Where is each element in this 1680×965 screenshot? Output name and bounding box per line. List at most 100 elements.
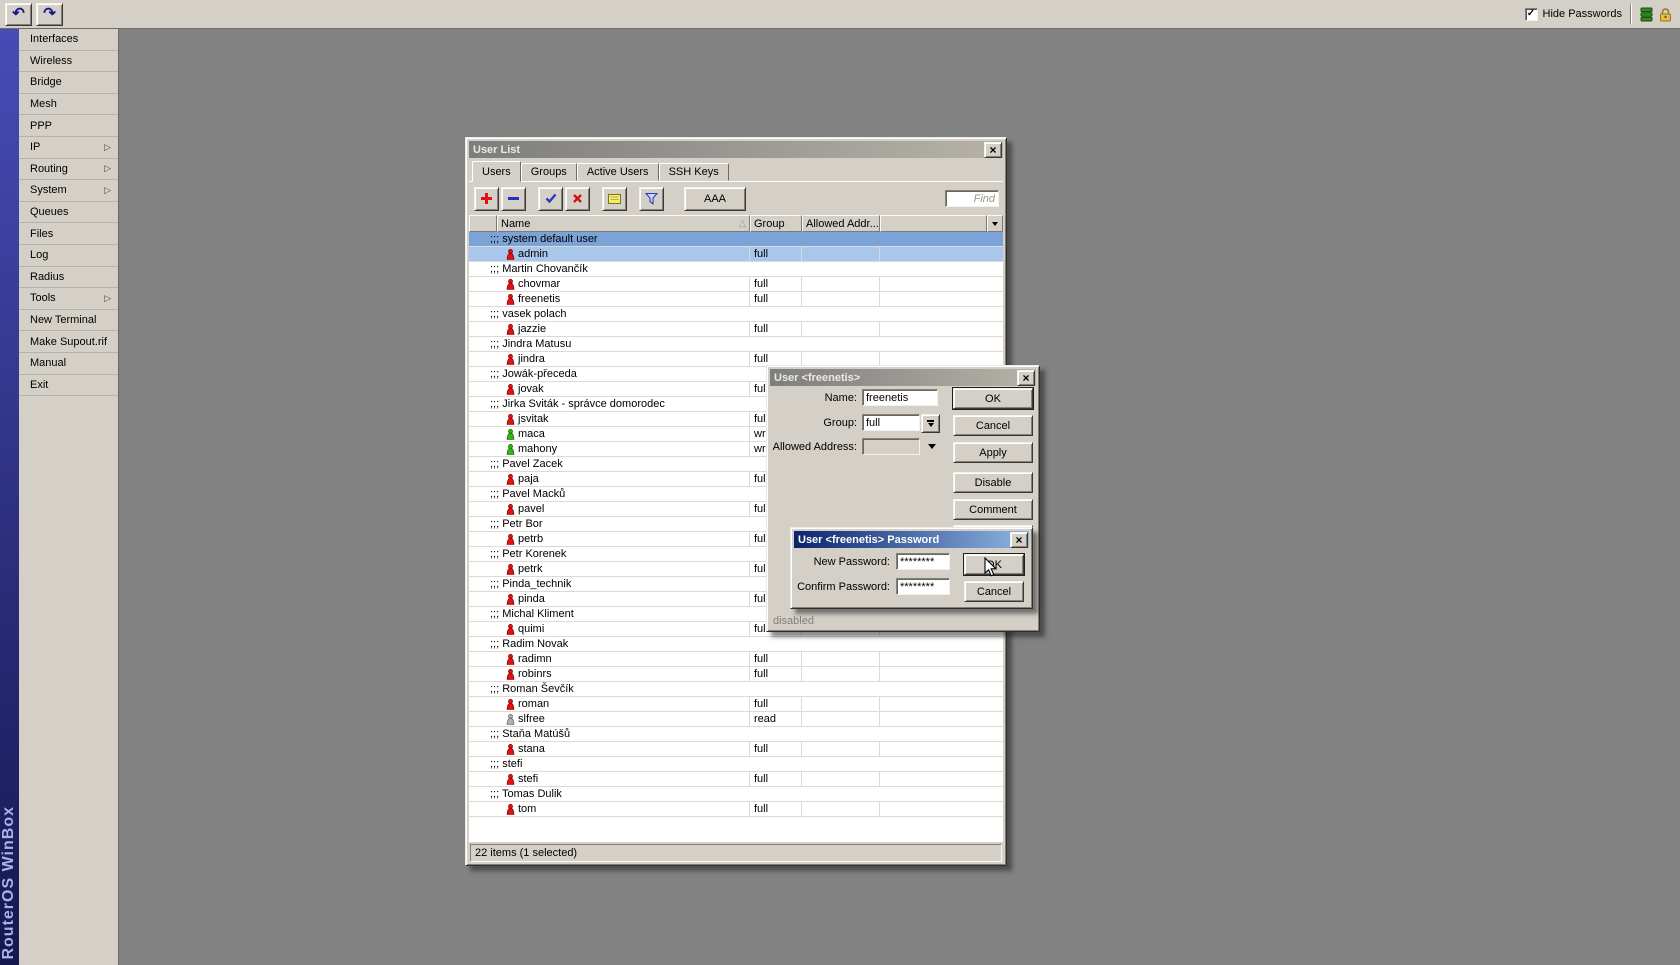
aaa-button[interactable]: AAA: [684, 186, 746, 211]
sidebar-item-interfaces[interactable]: Interfaces: [19, 29, 118, 51]
sidebar-item-routing[interactable]: Routing ▷: [19, 159, 118, 181]
user-row[interactable]: roman full: [469, 697, 1003, 712]
close-button[interactable]: ×: [984, 141, 1002, 158]
user-group-cell: full: [750, 802, 802, 816]
user-dialog-comment-button[interactable]: Comment: [953, 499, 1033, 520]
sidebar-item-queues[interactable]: Queues: [19, 202, 118, 224]
sidebar-item-tools[interactable]: Tools ▷: [19, 288, 118, 310]
header-cell-allowed-address[interactable]: Allowed Addr...: [802, 215, 880, 232]
comment-text: ;;; system default user: [490, 233, 598, 245]
comment-row[interactable]: ;;; Tomas Dulik: [469, 787, 1003, 802]
group-label: Group:: [823, 417, 857, 429]
user-group-cell: full: [750, 352, 802, 366]
user-row[interactable]: stana full: [469, 742, 1003, 757]
user-row[interactable]: robinrs full: [469, 667, 1003, 682]
sidebar-item-log[interactable]: Log: [19, 245, 118, 267]
sidebar-item-new-terminal[interactable]: New Terminal: [19, 310, 118, 332]
user-row[interactable]: chovmar full: [469, 277, 1003, 292]
sidebar-item-radius[interactable]: Radius: [19, 267, 118, 289]
comment-row[interactable]: ;;; Martin Chovančík: [469, 262, 1003, 277]
new-password-input[interactable]: [896, 553, 950, 570]
user-allowed-address-cell: [802, 247, 880, 261]
row-filler-cell: [880, 667, 1003, 681]
user-dialog-disable-button[interactable]: Disable: [953, 472, 1033, 493]
comment-row[interactable]: ;;; Radim Novak: [469, 637, 1003, 652]
comment-text: ;;; vasek polach: [490, 308, 567, 320]
user-icon-red: [506, 413, 515, 425]
allowed-address-dropdown-icon[interactable]: [928, 444, 936, 449]
filter-button[interactable]: [639, 186, 664, 211]
tab-active-users[interactable]: Active Users: [576, 163, 659, 181]
user-group-cell: full: [750, 322, 802, 336]
group-dropdown-button[interactable]: [921, 414, 940, 433]
sidebar-item-ip[interactable]: IP ▷: [19, 137, 118, 159]
user-row[interactable]: radimn full: [469, 652, 1003, 667]
sidebar-item-wireless[interactable]: Wireless: [19, 51, 118, 73]
header-cell-blank[interactable]: [469, 215, 497, 232]
comment-text: ;;; Martin Chovančík: [490, 263, 588, 275]
comment-row[interactable]: ;;; system default user: [469, 232, 1003, 247]
sidebar-item-exit[interactable]: Exit: [19, 375, 118, 397]
user-dialog-ok-button[interactable]: OK: [953, 388, 1033, 409]
user-dialog-apply-button[interactable]: Apply: [953, 442, 1033, 463]
comment-row[interactable]: ;;; Staňa Matúšů: [469, 727, 1003, 742]
sidebar-item-ppp[interactable]: PPP: [19, 115, 118, 137]
tab-groups[interactable]: Groups: [520, 163, 577, 181]
user-group-cell: full: [750, 292, 802, 306]
comment-text: ;;; Radim Novak: [490, 638, 569, 650]
user-name-cell: admin: [469, 247, 750, 261]
row-filler-cell: [880, 802, 1003, 816]
find-input[interactable]: [945, 190, 999, 207]
user-row[interactable]: tom full: [469, 802, 1003, 817]
header-cell-group[interactable]: Group: [750, 215, 802, 232]
sidebar-item-bridge[interactable]: Bridge: [19, 72, 118, 94]
allowed-address-input[interactable]: [862, 438, 920, 455]
user-allowed-address-cell: [802, 742, 880, 756]
comment-row[interactable]: ;;; Jindra Matusu: [469, 337, 1003, 352]
user-dialog-cancel-button[interactable]: Cancel: [953, 415, 1033, 436]
user-row[interactable]: admin full: [469, 247, 1003, 262]
sidebar-item-label: PPP: [30, 119, 53, 132]
confirm-password-input[interactable]: [896, 578, 950, 595]
user-name-cell: robinrs: [469, 667, 750, 681]
close-icon: ×: [1022, 370, 1030, 385]
name-input[interactable]: [862, 389, 938, 406]
sidebar-item-make-supout-rif[interactable]: Make Supout.rif: [19, 331, 118, 353]
user-row[interactable]: freenetis full: [469, 292, 1003, 307]
user-row[interactable]: jazzie full: [469, 322, 1003, 337]
add-button[interactable]: [474, 186, 499, 211]
password-dialog-close-button[interactable]: ×: [1010, 531, 1028, 548]
user-row[interactable]: slfree read: [469, 712, 1003, 727]
user-name: jovak: [518, 383, 544, 395]
comment-row[interactable]: ;;; stefi: [469, 757, 1003, 772]
user-row[interactable]: stefi full: [469, 772, 1003, 787]
enable-button[interactable]: [538, 186, 563, 211]
user-group-cell: read: [750, 712, 802, 726]
password-cancel-button[interactable]: Cancel: [964, 581, 1024, 602]
user-icon-red: [506, 668, 515, 680]
user-name-cell: tom: [469, 802, 750, 816]
undo-button[interactable]: ↶: [5, 2, 32, 26]
close-icon: ×: [989, 142, 997, 157]
comment-row[interactable]: ;;; Roman Ševčík: [469, 682, 1003, 697]
user-dialog-close-button[interactable]: ×: [1017, 369, 1035, 386]
comment-row[interactable]: ;;; vasek polach: [469, 307, 1003, 322]
remove-button[interactable]: [501, 186, 526, 211]
user-allowed-address-cell: [802, 772, 880, 786]
sidebar-item-mesh[interactable]: Mesh: [19, 94, 118, 116]
header-cell-name[interactable]: Name △: [497, 215, 750, 232]
header-dropdown-button[interactable]: [987, 215, 1003, 232]
redo-button[interactable]: ↷: [36, 2, 63, 26]
password-ok-button[interactable]: OK: [964, 554, 1024, 575]
group-input[interactable]: [862, 414, 920, 431]
tab-users[interactable]: Users: [472, 161, 521, 182]
sidebar-item-system[interactable]: System ▷: [19, 180, 118, 202]
hide-passwords-checkbox[interactable]: ✓: [1524, 7, 1538, 21]
comment-button[interactable]: [602, 186, 627, 211]
tab-ssh-keys[interactable]: SSH Keys: [658, 163, 729, 181]
sidebar-item-manual[interactable]: Manual: [19, 353, 118, 375]
submenu-arrow-icon: ▷: [104, 292, 111, 303]
disable-button[interactable]: [565, 186, 590, 211]
dropdown-icon: [992, 221, 998, 226]
sidebar-item-files[interactable]: Files: [19, 223, 118, 245]
